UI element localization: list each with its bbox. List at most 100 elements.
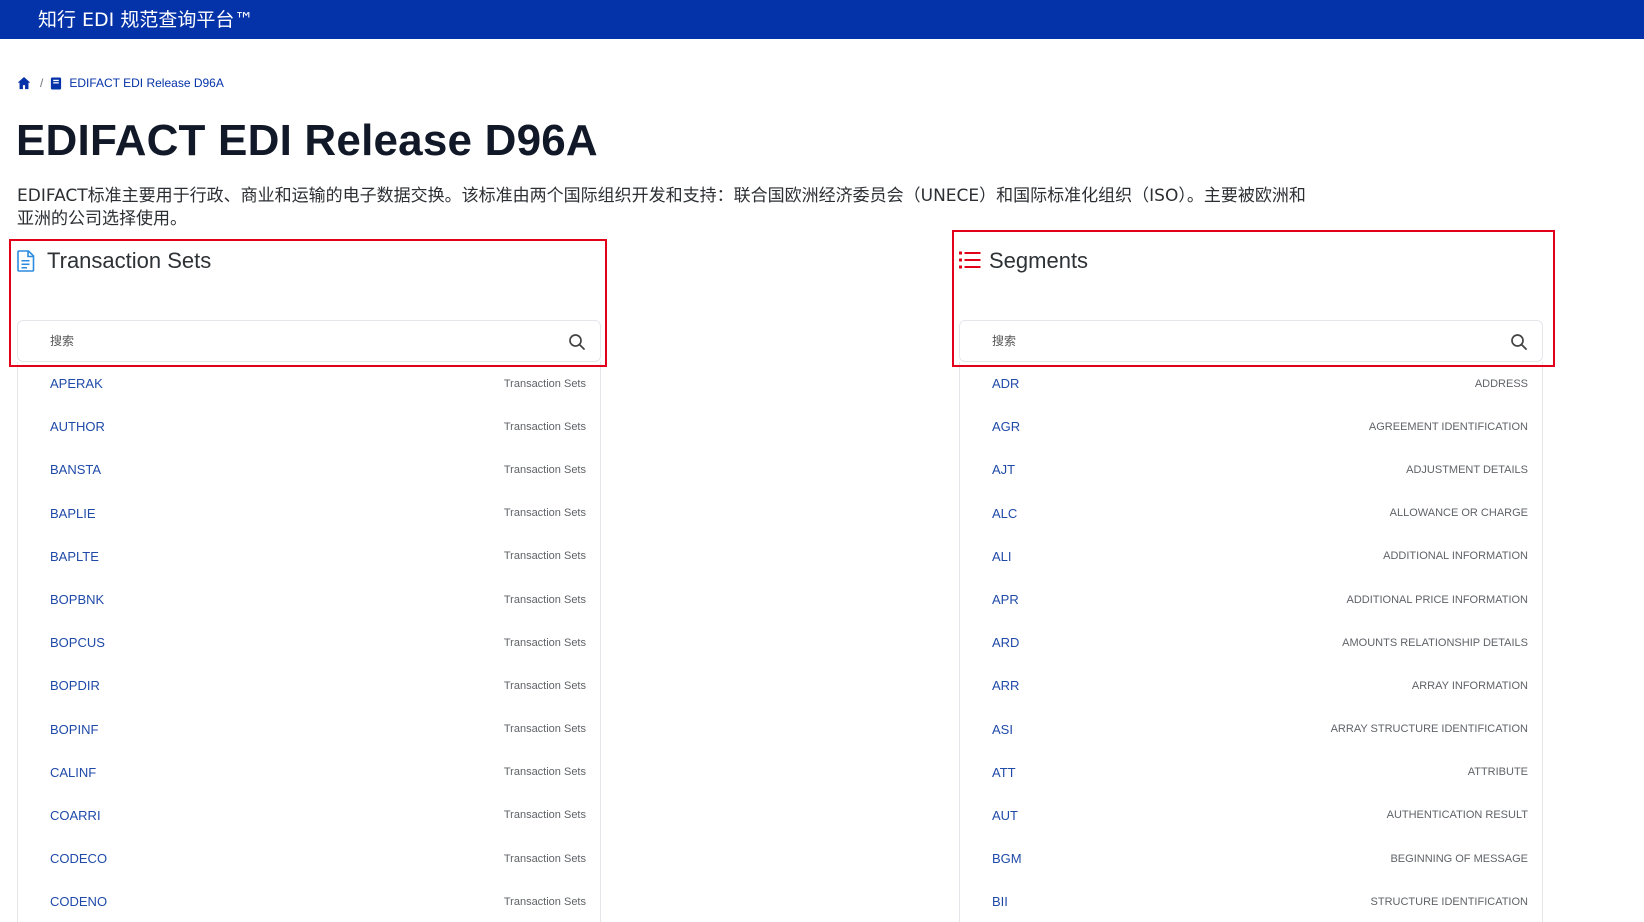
segment-code[interactable]: ALC bbox=[992, 506, 1017, 521]
home-icon[interactable] bbox=[17, 76, 31, 90]
segment-description: AUTHENTICATION RESULT bbox=[1386, 809, 1528, 822]
list-item[interactable]: AGR AGREEMENT IDENTIFICATION bbox=[960, 405, 1542, 448]
transaction-set-type: Transaction Sets bbox=[503, 852, 586, 865]
transaction-sets-list: APERAK Transaction Sets AUTHOR Transaction… bbox=[17, 362, 601, 922]
transaction-set-type: Transaction Sets bbox=[503, 679, 586, 692]
segment-code[interactable]: ASI bbox=[992, 722, 1013, 737]
transaction-set-code[interactable]: BAPLIE bbox=[50, 506, 96, 521]
transaction-set-type: Transaction Sets bbox=[503, 463, 586, 476]
list-item[interactable]: AJT ADJUSTMENT DETAILS bbox=[960, 448, 1542, 491]
segment-code[interactable]: BGM bbox=[992, 851, 1022, 866]
transaction-set-type: Transaction Sets bbox=[503, 895, 586, 908]
segment-code[interactable]: AJT bbox=[992, 462, 1015, 477]
list-item[interactable]: COARRI Transaction Sets bbox=[18, 794, 600, 837]
segments-header: Segments bbox=[959, 236, 1543, 320]
segments-search-input[interactable] bbox=[992, 334, 1512, 348]
segment-description: ARRAY INFORMATION bbox=[1411, 679, 1528, 692]
list-item[interactable]: AUTHOR Transaction Sets bbox=[18, 405, 600, 448]
transaction-set-type: Transaction Sets bbox=[503, 420, 586, 433]
segment-code[interactable]: AUT bbox=[992, 808, 1018, 823]
transaction-sets-title: Transaction Sets bbox=[47, 248, 212, 273]
segment-description: ALLOWANCE OR CHARGE bbox=[1389, 507, 1528, 520]
transaction-set-type: Transaction Sets bbox=[503, 507, 586, 520]
segment-description: AMOUNTS RELATIONSHIP DETAILS bbox=[1342, 636, 1528, 649]
brand-title[interactable]: 知行 EDI 规范查询平台™ bbox=[38, 5, 253, 32]
list-item[interactable]: BOPCUS Transaction Sets bbox=[18, 621, 600, 664]
transaction-set-code[interactable]: COARRI bbox=[50, 808, 101, 823]
search-icon[interactable] bbox=[1510, 333, 1528, 351]
transaction-set-type: Transaction Sets bbox=[503, 636, 586, 649]
segment-description: BEGINNING OF MESSAGE bbox=[1390, 852, 1528, 865]
breadcrumb: / EDIFACT EDI Release D96A bbox=[17, 76, 224, 90]
segment-code[interactable]: BII bbox=[992, 894, 1008, 909]
transaction-set-code[interactable]: CODECO bbox=[50, 851, 107, 866]
transaction-set-type: Transaction Sets bbox=[503, 723, 586, 736]
transaction-set-type: Transaction Sets bbox=[503, 766, 586, 779]
list-item[interactable]: CODENO Transaction Sets bbox=[18, 880, 600, 922]
segment-code[interactable]: ARR bbox=[992, 678, 1019, 693]
list-item[interactable]: ADR ADDRESS bbox=[960, 362, 1542, 405]
list-item[interactable]: CALINF Transaction Sets bbox=[18, 751, 600, 794]
transaction-set-code[interactable]: BOPBNK bbox=[50, 592, 104, 607]
segment-code[interactable]: ADR bbox=[992, 376, 1019, 391]
transaction-set-type: Transaction Sets bbox=[503, 550, 586, 563]
list-item[interactable]: APR ADDITIONAL PRICE INFORMATION bbox=[960, 578, 1542, 621]
transaction-set-code[interactable]: BAPLTE bbox=[50, 549, 99, 564]
list-item[interactable]: BOPINF Transaction Sets bbox=[18, 708, 600, 751]
list-icon bbox=[959, 250, 981, 274]
transaction-set-code[interactable]: APERAK bbox=[50, 376, 103, 391]
list-item[interactable]: BAPLTE Transaction Sets bbox=[18, 535, 600, 578]
segment-code[interactable]: ATT bbox=[992, 765, 1016, 780]
segment-code[interactable]: APR bbox=[992, 592, 1019, 607]
list-item[interactable]: BANSTA Transaction Sets bbox=[18, 448, 600, 491]
list-item[interactable]: CODECO Transaction Sets bbox=[18, 837, 600, 880]
transaction-set-type: Transaction Sets bbox=[503, 593, 586, 606]
segment-code[interactable]: AGR bbox=[992, 419, 1020, 434]
segment-code[interactable]: ARD bbox=[992, 635, 1019, 650]
segment-description: ADDRESS bbox=[1474, 377, 1528, 390]
segment-description: ADJUSTMENT DETAILS bbox=[1406, 463, 1528, 476]
transaction-set-code[interactable]: CODENO bbox=[50, 894, 107, 909]
transaction-sets-search-input[interactable] bbox=[50, 334, 570, 348]
list-item[interactable]: BAPLIE Transaction Sets bbox=[18, 492, 600, 535]
transaction-set-code[interactable]: BANSTA bbox=[50, 462, 101, 477]
segment-description: AGREEMENT IDENTIFICATION bbox=[1368, 420, 1528, 433]
list-item[interactable]: BOPBNK Transaction Sets bbox=[18, 578, 600, 621]
transaction-set-code[interactable]: BOPINF bbox=[50, 722, 98, 737]
segments-section: Segments ADR ADDRESS AGR AGREEMENT IDENTIF… bbox=[959, 236, 1543, 922]
list-item[interactable]: ATT ATTRIBUTE bbox=[960, 751, 1542, 794]
segments-title: Segments bbox=[989, 248, 1089, 273]
segment-description: STRUCTURE IDENTIFICATION bbox=[1370, 895, 1528, 908]
transaction-set-code[interactable]: BOPDIR bbox=[50, 678, 100, 693]
transaction-set-code[interactable]: AUTHOR bbox=[50, 419, 105, 434]
list-item[interactable]: ASI ARRAY STRUCTURE IDENTIFICATION bbox=[960, 708, 1542, 751]
list-item[interactable]: BOPDIR Transaction Sets bbox=[18, 664, 600, 707]
transaction-sets-search bbox=[17, 320, 601, 362]
transaction-set-type: Transaction Sets bbox=[503, 377, 586, 390]
list-item[interactable]: APERAK Transaction Sets bbox=[18, 362, 600, 405]
segment-description: ADDITIONAL INFORMATION bbox=[1383, 550, 1528, 563]
list-item[interactable]: BII STRUCTURE IDENTIFICATION bbox=[960, 880, 1542, 922]
search-icon[interactable] bbox=[568, 333, 586, 351]
segment-description: ARRAY STRUCTURE IDENTIFICATION bbox=[1330, 723, 1528, 736]
segment-description: ATTRIBUTE bbox=[1467, 766, 1528, 779]
list-item[interactable]: ALI ADDITIONAL INFORMATION bbox=[960, 535, 1542, 578]
top-navbar: 知行 EDI 规范查询平台™ bbox=[0, 0, 1644, 39]
breadcrumb-separator: / bbox=[40, 76, 44, 90]
segment-code[interactable]: ALI bbox=[992, 549, 1012, 564]
breadcrumb-current[interactable]: EDIFACT EDI Release D96A bbox=[69, 76, 224, 90]
transaction-sets-header: Transaction Sets bbox=[17, 236, 601, 320]
transaction-set-code[interactable]: BOPCUS bbox=[50, 635, 105, 650]
page-description: EDIFACT标准主要用于行政、商业和运输的电子数据交换。该标准由两个国际组织开… bbox=[17, 186, 1306, 229]
document-icon bbox=[17, 250, 39, 274]
transaction-set-code[interactable]: CALINF bbox=[50, 765, 96, 780]
transaction-sets-section: Transaction Sets APERAK Transaction Sets … bbox=[17, 236, 601, 922]
segment-description: ADDITIONAL PRICE INFORMATION bbox=[1346, 593, 1528, 606]
book-icon bbox=[50, 76, 62, 90]
list-item[interactable]: ARR ARRAY INFORMATION bbox=[960, 664, 1542, 707]
list-item[interactable]: ARD AMOUNTS RELATIONSHIP DETAILS bbox=[960, 621, 1542, 664]
list-item[interactable]: ALC ALLOWANCE OR CHARGE bbox=[960, 492, 1542, 535]
list-item[interactable]: BGM BEGINNING OF MESSAGE bbox=[960, 837, 1542, 880]
segments-list: ADR ADDRESS AGR AGREEMENT IDENTIFICATION A… bbox=[959, 362, 1543, 922]
list-item[interactable]: AUT AUTHENTICATION RESULT bbox=[960, 794, 1542, 837]
